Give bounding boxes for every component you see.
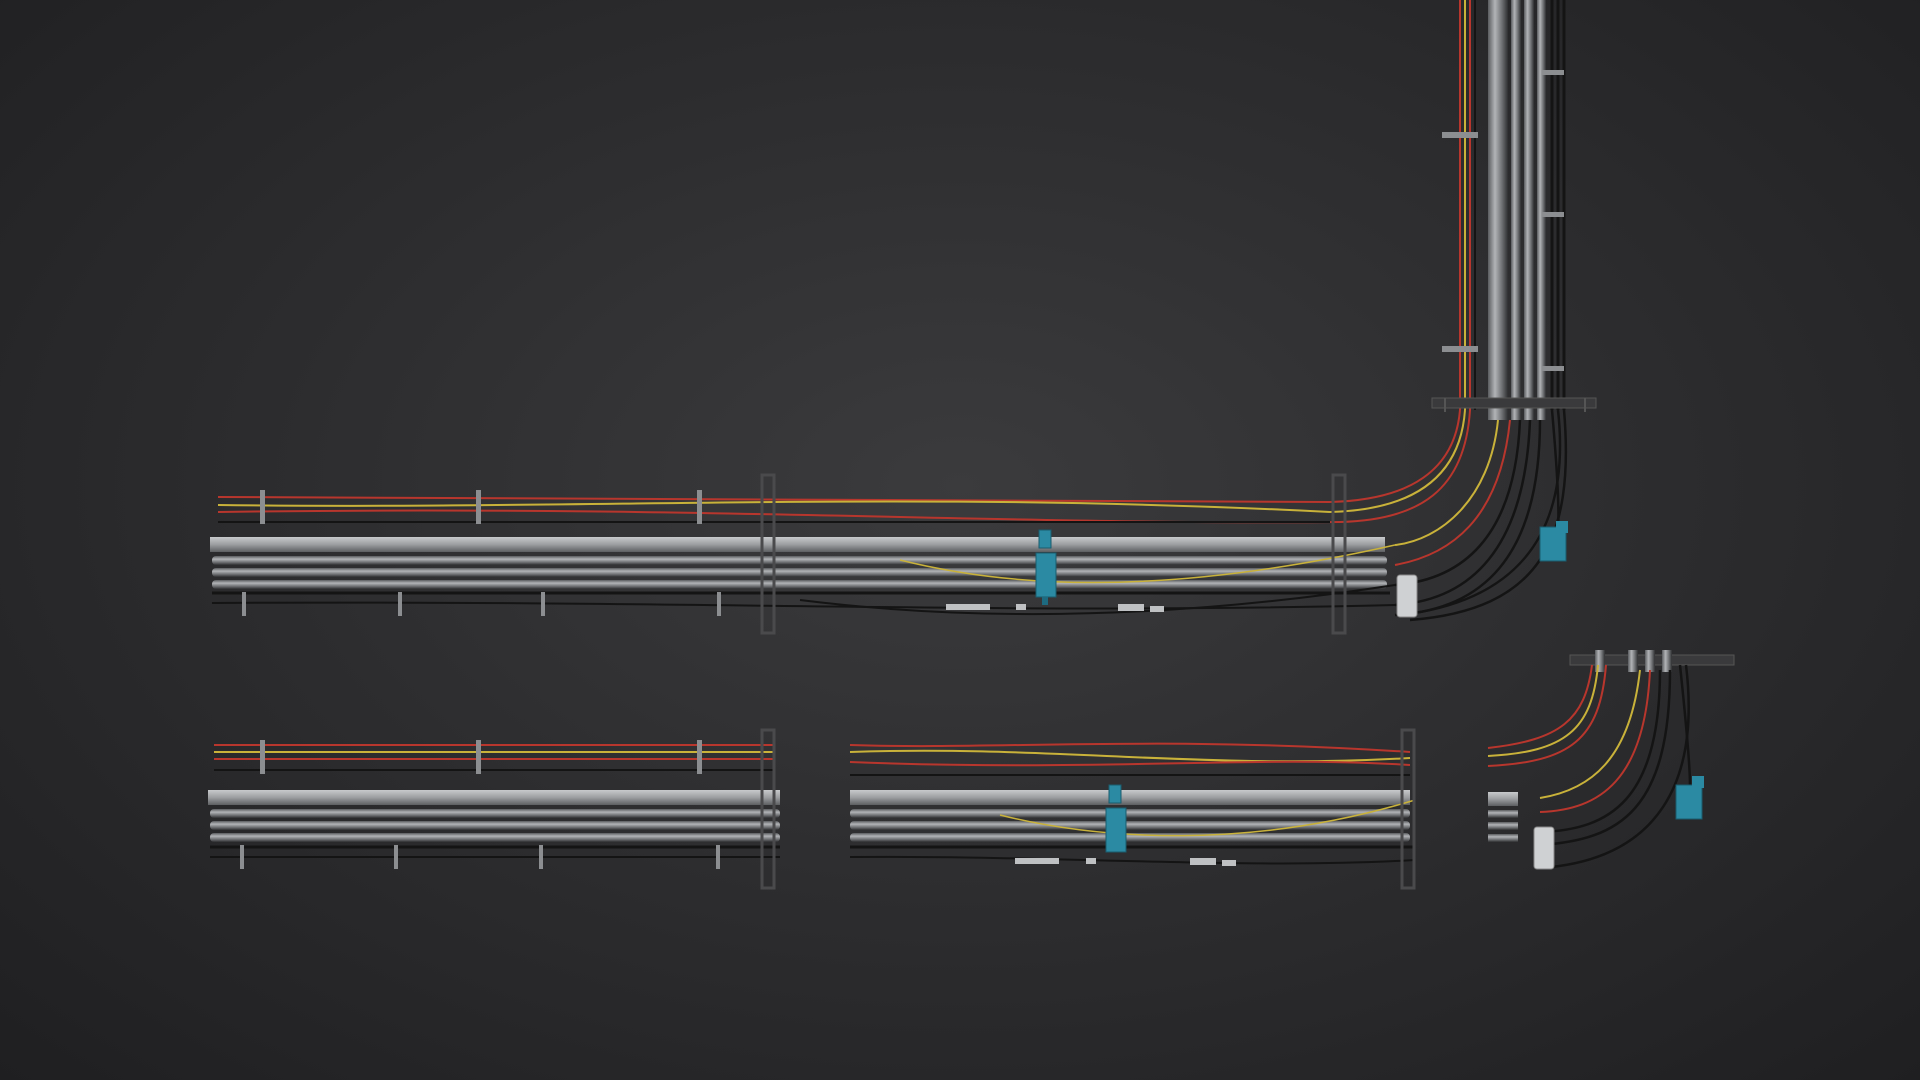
straight-segment — [208, 728, 780, 890]
clamp — [1542, 366, 1564, 371]
fitting — [1118, 604, 1144, 611]
fitting — [1016, 604, 1026, 610]
fitting — [946, 604, 990, 610]
corner-assembly — [210, 0, 1597, 635]
bend-segment — [1487, 650, 1735, 870]
junction-segment — [849, 728, 1416, 890]
ladder-upright — [1331, 473, 1347, 635]
vertical-riser — [1431, 0, 1597, 420]
cable-tray-scene — [208, 0, 1735, 890]
clamp — [1542, 70, 1564, 75]
clamp — [1542, 212, 1564, 217]
end-cap — [1396, 574, 1418, 618]
tray-rail — [210, 537, 1385, 552]
fitting — [1150, 606, 1164, 612]
wall-box — [1539, 521, 1568, 562]
clamp — [1442, 132, 1478, 138]
clamp — [1442, 346, 1478, 352]
ladder-bracket — [1431, 397, 1597, 409]
